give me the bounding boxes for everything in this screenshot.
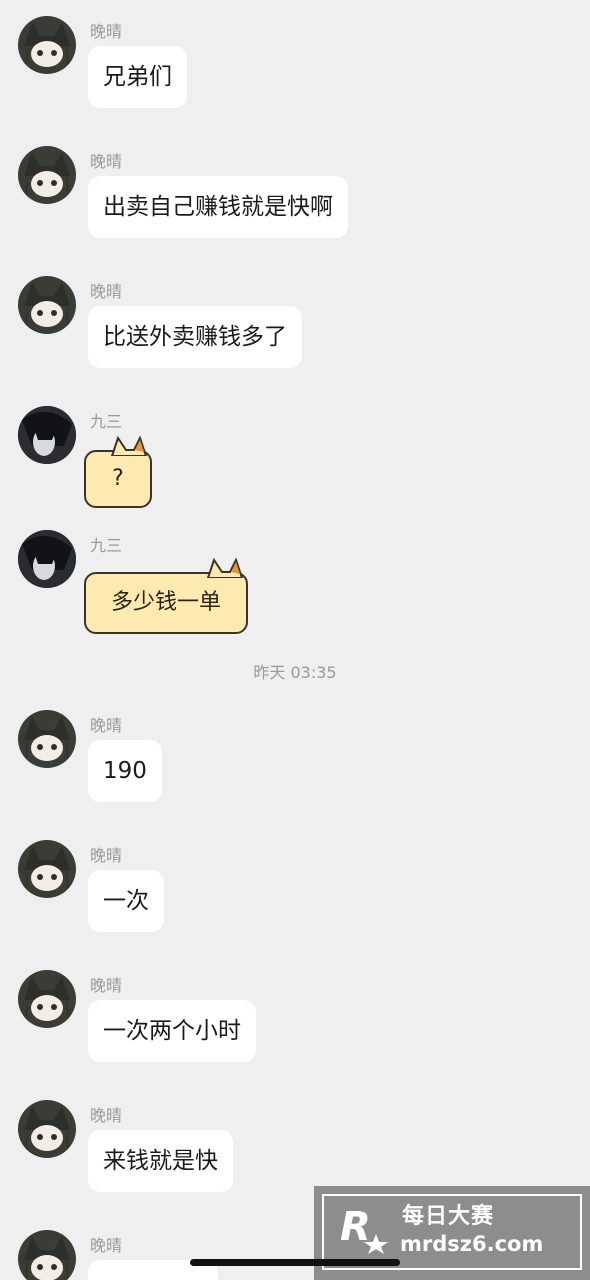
message-bubble[interactable]: 比送外卖赚钱多了 (88, 306, 302, 368)
avatar-jiusan[interactable] (18, 406, 76, 464)
chat-window: 晚晴 兄弟们 晚晴 出卖自己赚钱就是快啊 晚晴 比送外卖赚钱多了 九三 ? 九三… (0, 0, 590, 1280)
sender-name: 晚晴 (90, 976, 123, 995)
message-bubble[interactable]: 190 (88, 740, 162, 802)
anime-girl-icon (24, 846, 70, 898)
message-bubble[interactable]: 一次两个小时 (88, 1000, 256, 1062)
anime-girl-icon (24, 22, 70, 74)
avatar-wanqing[interactable] (18, 276, 76, 334)
cat-message-text: ? (112, 466, 124, 491)
avatar-jiusan[interactable] (18, 530, 76, 588)
sender-name: 晚晴 (90, 1236, 123, 1255)
message-bubble[interactable]: 兄弟们 (88, 46, 187, 108)
sender-name: 晚晴 (90, 282, 123, 301)
sender-name: 晚晴 (90, 846, 123, 865)
anime-girl-icon (24, 716, 70, 768)
home-indicator[interactable] (190, 1259, 400, 1266)
cat-message-bubble[interactable]: 多少钱一单 (84, 557, 248, 634)
dark-hair-icon (18, 530, 76, 588)
sender-name: 九三 (90, 536, 123, 555)
anime-girl-icon (24, 152, 70, 204)
sender-name: 晚晴 (90, 716, 123, 735)
watermark-url: mrdsz6.com (400, 1232, 544, 1256)
avatar-wanqing[interactable] (18, 970, 76, 1028)
cat-ears-icon (110, 435, 148, 456)
sender-name: 九三 (90, 412, 123, 431)
avatar-wanqing[interactable] (18, 840, 76, 898)
message-bubble[interactable]: 一次 (88, 870, 164, 932)
watermark-logo-icon: R (340, 1204, 388, 1254)
message-bubble[interactable]: 出卖自己赚钱就是快啊 (88, 176, 348, 238)
watermark-title: 每日大赛 (402, 1204, 495, 1229)
sender-name: 晚晴 (90, 22, 123, 41)
sender-name: 晚晴 (90, 152, 123, 171)
sender-name: 晚晴 (90, 1106, 123, 1125)
cat-message-bubble[interactable]: ? (84, 435, 152, 508)
cat-ears-icon (206, 557, 244, 578)
anime-girl-icon (24, 976, 70, 1028)
avatar-wanqing[interactable] (18, 710, 76, 768)
anime-girl-icon (24, 1236, 70, 1280)
anime-girl-icon (24, 1106, 70, 1158)
avatar-wanqing[interactable] (18, 16, 76, 74)
avatar-wanqing[interactable] (18, 1230, 76, 1280)
avatar-wanqing[interactable] (18, 146, 76, 204)
timestamp: 昨天 03:35 (253, 663, 337, 682)
avatar-wanqing[interactable] (18, 1100, 76, 1158)
dark-hair-icon (18, 406, 76, 464)
cat-message-text: 多少钱一单 (110, 590, 221, 615)
message-bubble[interactable]: 来钱就是快 (88, 1130, 233, 1192)
anime-girl-icon (24, 282, 70, 334)
